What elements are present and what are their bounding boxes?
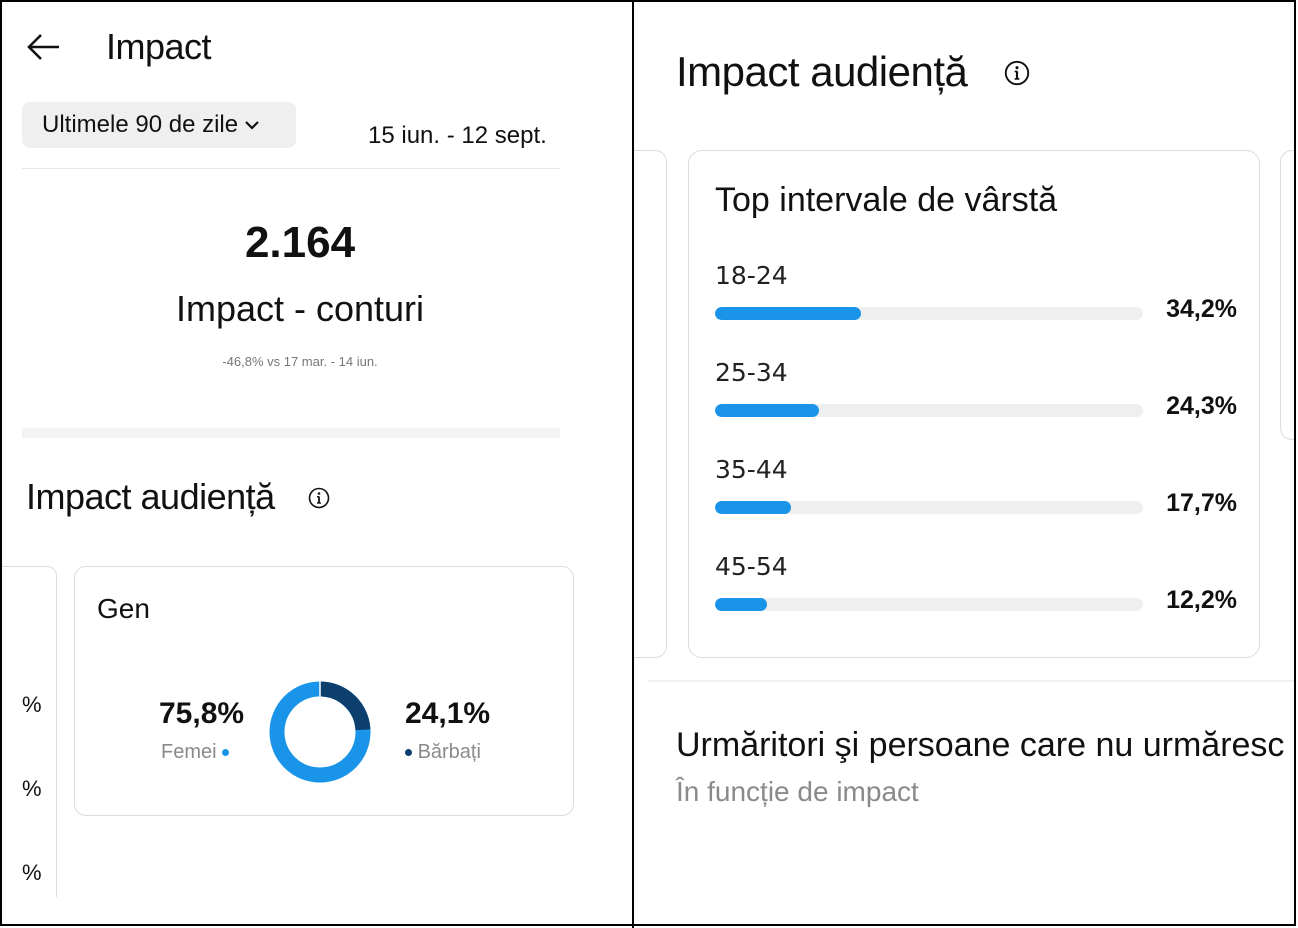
accounts-reached-label: Impact - conturi (175, 288, 425, 329)
comparison-text: -46,8% vs 17 mar. - 14 iun. (222, 354, 378, 369)
age-percentage: 17,7% (1166, 489, 1237, 517)
age-bar-fill (715, 307, 862, 320)
cut-off-percentage: % (22, 860, 42, 885)
right-panel: Impact audiență Top intervale de vârstă … (634, 2, 1294, 926)
age-label: 35-44 (715, 455, 788, 484)
age-card-title: Top intervale de vârstă (715, 181, 1058, 219)
divider (22, 168, 560, 169)
audience-section-title: Impact audiență (676, 48, 968, 95)
chevron-down-icon (245, 121, 259, 130)
previous-card-edge[interactable] (634, 150, 667, 658)
age-bar-track (715, 501, 1143, 514)
gender-card[interactable]: Gen 75,8% Femei 24,1% Bărbați (74, 566, 574, 816)
accounts-reached-value: 2.164 (244, 218, 356, 267)
age-bar-track (715, 404, 1143, 417)
cut-off-percentage: % (22, 692, 42, 717)
female-percentage: 75,8% (159, 697, 245, 730)
date-range-dropdown-label: Ultimele 90 de zile (42, 111, 239, 138)
arrow-left-icon[interactable] (26, 32, 62, 62)
age-bar-fill (715, 501, 791, 514)
cut-off-percentage: % (22, 776, 42, 801)
age-bar-fill (715, 404, 819, 417)
section-separator (22, 428, 560, 438)
male-percentage: 24,1% (405, 697, 491, 730)
page-title: Impact (106, 26, 212, 67)
age-row: 45-54 12,2% (715, 552, 1237, 632)
info-icon[interactable] (1004, 60, 1030, 86)
age-row: 18-24 34,2% (715, 261, 1237, 341)
audience-section-title: Impact audiență (26, 476, 275, 517)
info-icon[interactable] (308, 487, 330, 509)
section-separator (648, 680, 1294, 682)
followers-section-subtitle: În funcție de impact (676, 776, 919, 807)
age-row: 35-44 17,7% (715, 455, 1237, 535)
male-label: Bărbați (417, 741, 481, 763)
female-dot (222, 749, 230, 757)
age-label: 45-54 (715, 552, 788, 581)
next-card-edge[interactable] (1280, 150, 1294, 440)
age-label: 18-24 (715, 261, 788, 290)
female-legend: Femei (161, 741, 230, 764)
age-bar-fill (715, 598, 768, 611)
followers-section-title: Urmăritori şi persoane care nu urmăresc (676, 726, 1285, 764)
gender-donut-chart (269, 681, 371, 783)
gender-card-title: Gen (97, 593, 150, 624)
age-bar-track (715, 307, 1143, 320)
age-percentage: 12,2% (1166, 586, 1237, 614)
date-range-dropdown[interactable]: Ultimele 90 de zile (22, 102, 296, 148)
age-percentage: 24,3% (1166, 392, 1237, 420)
age-percentage: 34,2% (1166, 295, 1237, 323)
date-range-text: 15 iun. - 12 sept. (368, 122, 547, 149)
female-label: Femei (161, 741, 217, 763)
male-dot (405, 749, 412, 757)
left-panel: Impact Ultimele 90 de zile 15 iun. - 12 … (2, 2, 632, 926)
male-legend: Bărbați (405, 741, 481, 764)
age-range-card[interactable]: Top intervale de vârstă 18-24 34,2% 25-3… (688, 150, 1260, 658)
age-bar-track (715, 598, 1143, 611)
age-row: 25-34 24,3% (715, 358, 1237, 438)
previous-card-edge[interactable] (2, 566, 57, 897)
age-label: 25-34 (715, 358, 788, 387)
